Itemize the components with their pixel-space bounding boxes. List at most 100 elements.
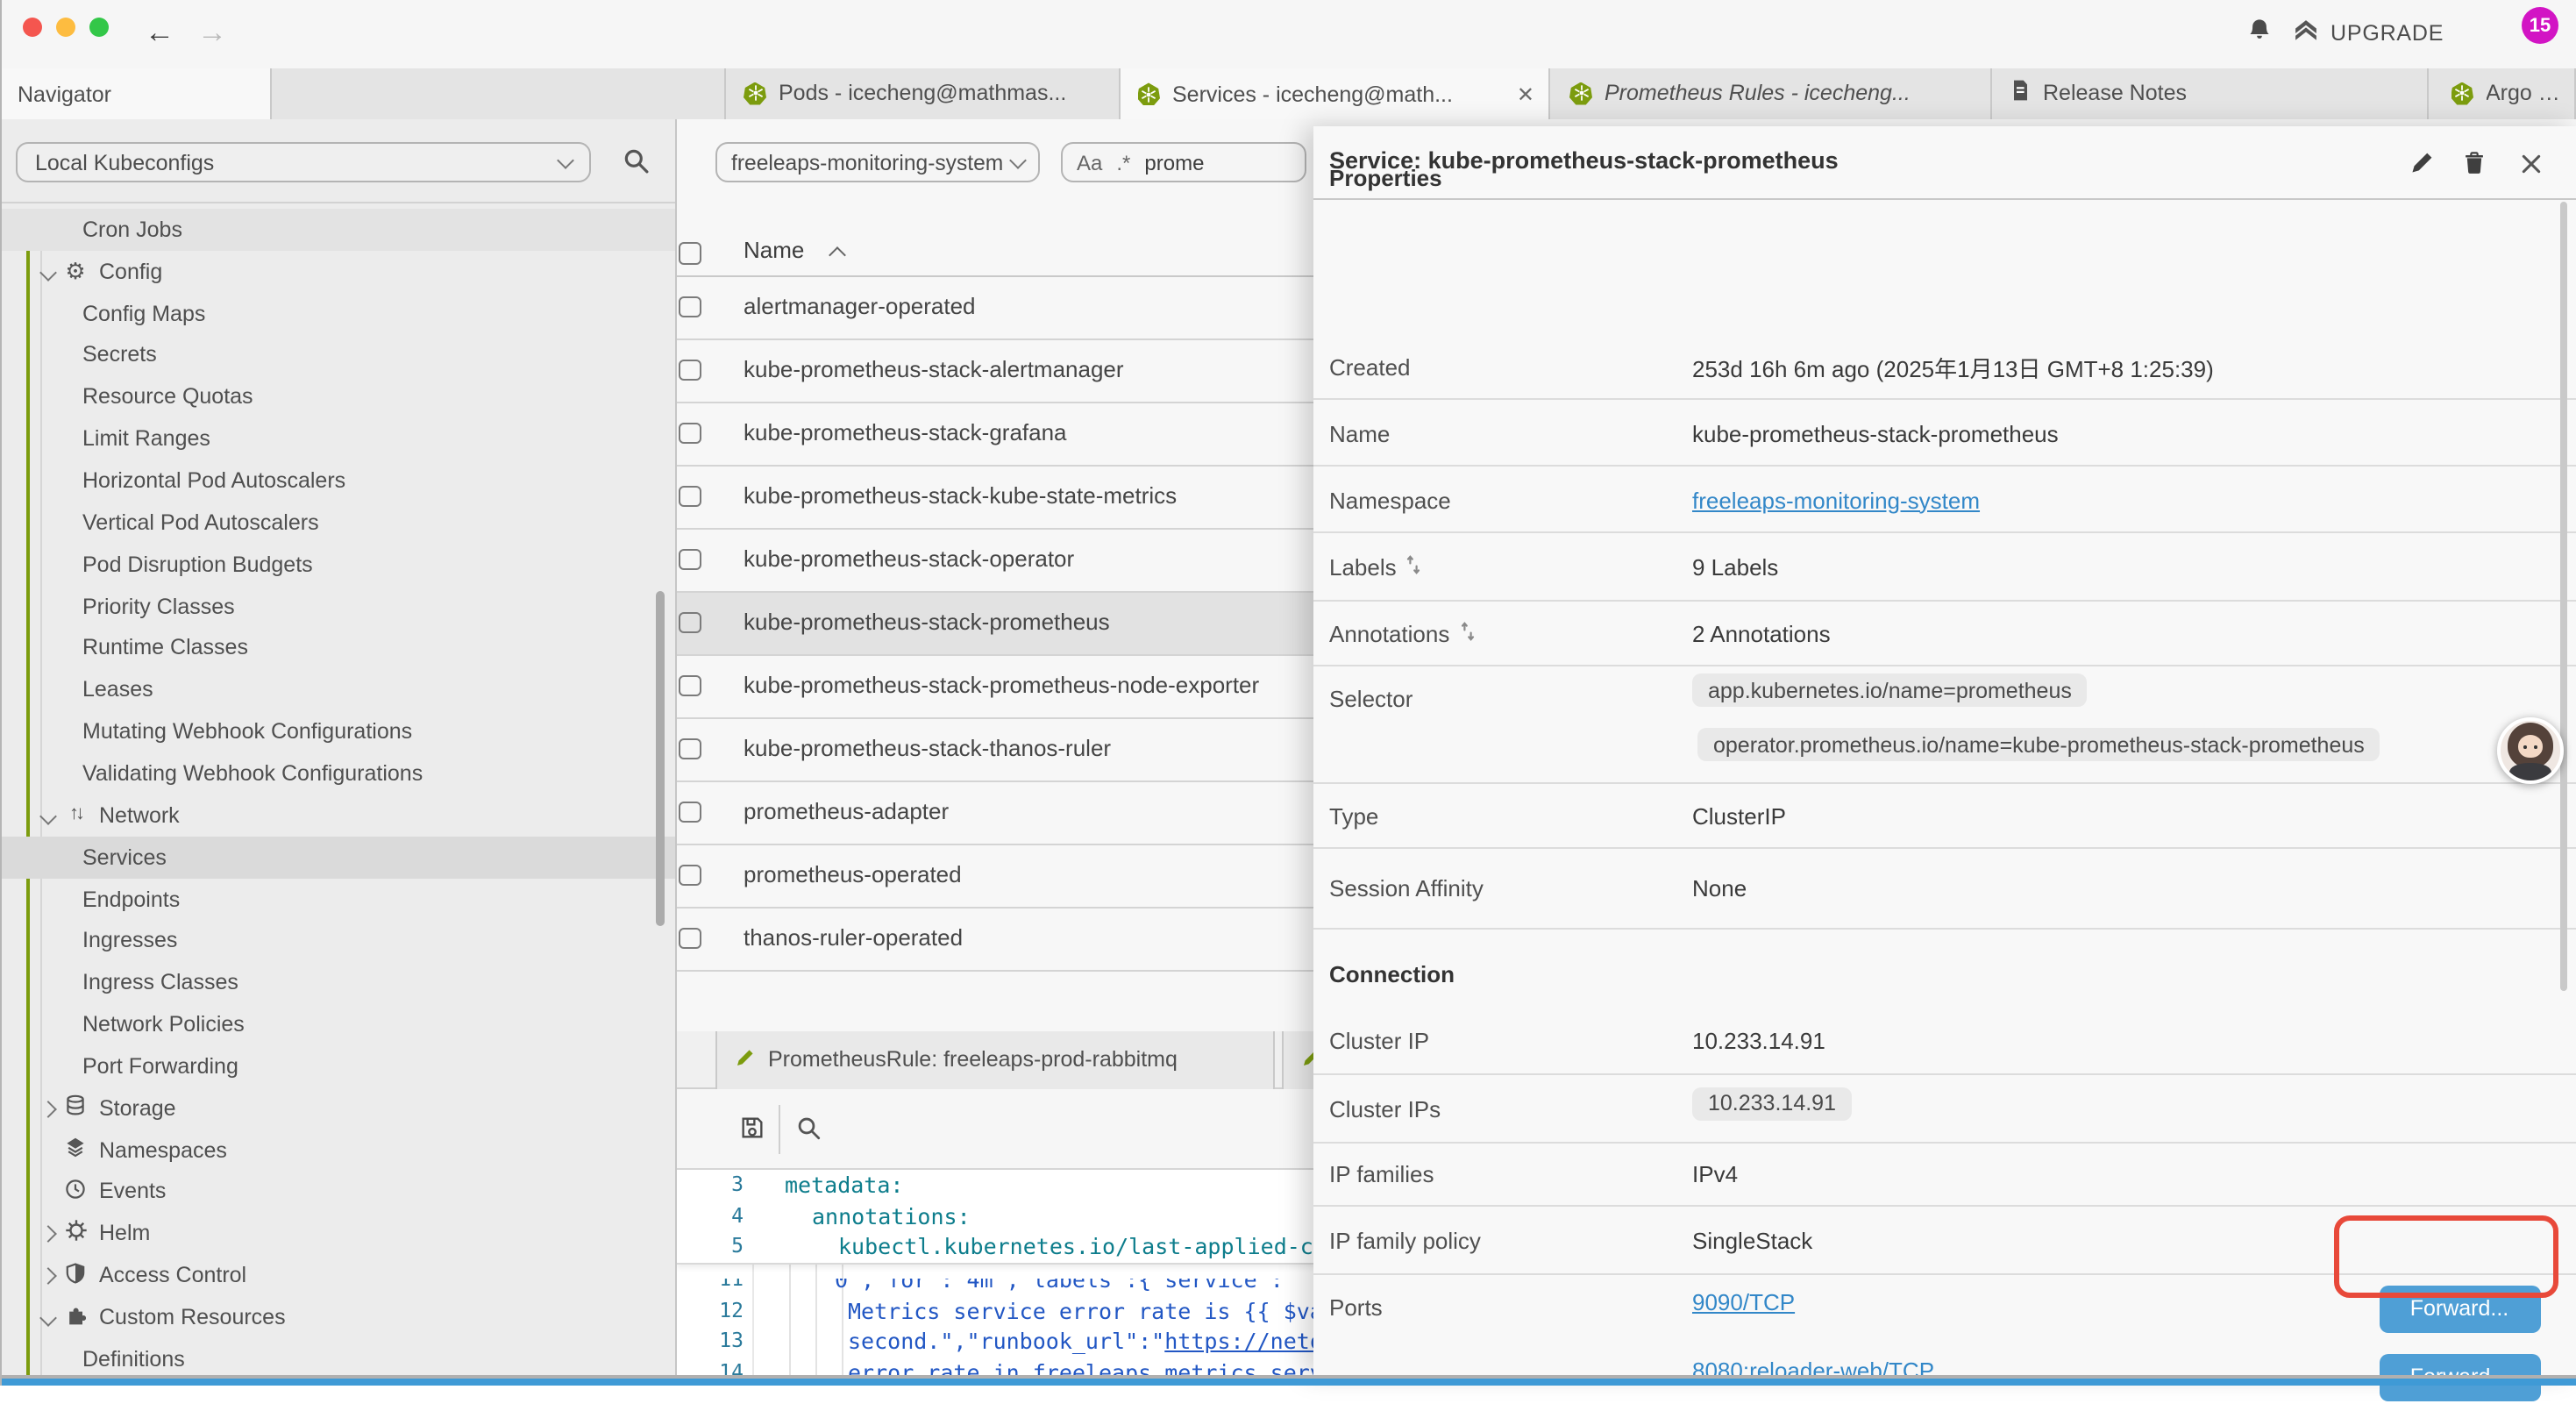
editor-search-icon[interactable] — [796, 1115, 822, 1150]
upgrade-button[interactable]: UPGRADE — [2330, 21, 2444, 46]
sidebar-item-endpoints[interactable]: Endpoints — [0, 878, 675, 920]
minimize-window-button[interactable] — [56, 18, 75, 37]
sidebar-item-namespaces[interactable]: Namespaces — [0, 1129, 675, 1171]
name-column-header[interactable]: Name — [744, 237, 804, 263]
save-icon[interactable] — [740, 1115, 765, 1148]
sidebar-item-limit-ranges[interactable]: Limit Ranges — [0, 418, 675, 460]
tab-pods-icecheng-mathmas-[interactable]: Pods - icecheng@mathmas... — [724, 68, 1120, 118]
tab-services-icecheng-math-[interactable]: Services - icecheng@math...✕ — [1120, 68, 1550, 120]
match-case-toggle[interactable]: Aa — [1077, 150, 1102, 175]
arrows-updown-icon: ↑↓ — [69, 806, 82, 825]
sidebar-item-ingresses[interactable]: Ingresses — [0, 920, 675, 962]
sidebar-item-runtime-classes[interactable]: Runtime Classes — [0, 627, 675, 669]
editor-tab-prometheusrule[interactable]: PrometheusRule: freeleaps-prod-rabbitmq — [715, 1030, 1275, 1088]
row-checkbox[interactable] — [679, 611, 701, 633]
sidebar-item-ingress-classes[interactable]: Ingress Classes — [0, 962, 675, 1004]
sidebar-item-config[interactable]: ⚙Config — [0, 251, 675, 293]
close-icon[interactable] — [2517, 149, 2545, 177]
detail-label: Namespace — [1329, 467, 1451, 533]
row-checkbox[interactable] — [679, 359, 701, 381]
sidebar-item-network-policies[interactable]: Network Policies — [0, 1003, 675, 1045]
sidebar-item-mutating-webhook-configurations[interactable]: Mutating Webhook Configurations — [0, 710, 675, 752]
select-all-checkbox[interactable] — [679, 242, 701, 264]
service-details-panel: Service: kube-prometheus-stack-prometheu… — [1313, 126, 2576, 1375]
service-name: prometheus-operated — [744, 860, 962, 887]
sidebar-item-validating-webhook-configurations[interactable]: Validating Webhook Configurations — [0, 752, 675, 795]
row-checkbox[interactable] — [679, 485, 701, 507]
detail-label: Cluster IP — [1329, 1008, 1429, 1074]
kubernetes-icon — [2451, 82, 2473, 105]
row-checkbox[interactable] — [679, 738, 701, 759]
tree-chevron-right-icon[interactable] — [42, 1096, 54, 1121]
kubeconfig-selector[interactable]: Local Kubeconfigs — [16, 142, 591, 182]
tree-chevron-down-icon[interactable] — [42, 260, 54, 284]
sidebar-item-cron-jobs[interactable]: Cron Jobs — [0, 209, 675, 251]
sidebar-item-leases[interactable]: Leases — [0, 669, 675, 711]
row-checkbox[interactable] — [679, 674, 701, 696]
sidebar-item-services[interactable]: Services — [0, 837, 675, 879]
panel-scrollbar[interactable] — [2559, 202, 2566, 991]
navigator-tab[interactable]: Navigator — [0, 68, 272, 120]
service-name: kube-prometheus-stack-prometheus — [744, 608, 1110, 634]
sidebar-item-config-maps[interactable]: Config Maps — [0, 292, 675, 334]
sidebar-item-vertical-pod-autoscalers[interactable]: Vertical Pod Autoscalers — [0, 502, 675, 544]
sidebar-item-definitions[interactable]: Definitions — [0, 1338, 675, 1380]
detail-value-link[interactable]: freeleaps-monitoring-system — [1692, 467, 1980, 533]
sidebar-item-priority-classes[interactable]: Priority Classes — [0, 585, 675, 627]
zoom-window-button[interactable] — [89, 18, 109, 37]
tab-release-notes[interactable]: Release Notes — [1992, 68, 2428, 118]
namespace-filter-dropdown[interactable]: freeleaps-monitoring-system — [715, 142, 1040, 182]
row-checkbox[interactable] — [679, 864, 701, 886]
edit-pencil-icon[interactable] — [2407, 149, 2435, 177]
sidebar-item-label: Network — [99, 803, 180, 828]
detail-value: kube-prometheus-stack-prometheus — [1692, 400, 2059, 467]
sidebar-item-pod-disruption-budgets[interactable]: Pod Disruption Budgets — [0, 544, 675, 586]
profile-notification-badge[interactable]: 15 — [2522, 7, 2558, 44]
notifications-bell-icon[interactable] — [2246, 18, 2273, 54]
sidebar-item-events[interactable]: Events — [0, 1171, 675, 1213]
sidebar-item-storage[interactable]: Storage — [0, 1087, 675, 1130]
sidebar-item-label: Limit Ranges — [82, 426, 210, 451]
sidebar-item-network[interactable]: ↑↓ Network — [0, 795, 675, 837]
forward-button[interactable]: → — [189, 11, 235, 56]
detail-label: Ports — [1329, 1293, 1383, 1320]
sidebar-item-secrets[interactable]: Secrets — [0, 334, 675, 376]
table-search-input[interactable]: Aa .* prome — [1061, 142, 1306, 182]
row-checkbox[interactable] — [679, 296, 701, 317]
close-tab-icon[interactable]: ✕ — [1513, 82, 1534, 107]
detail-value: None — [1692, 848, 1747, 930]
close-window-button[interactable] — [23, 18, 42, 37]
back-button[interactable]: ← — [137, 11, 182, 56]
detail-value: IPv4 — [1692, 1143, 1738, 1207]
tree-chevron-down-icon[interactable] — [42, 1305, 54, 1329]
delete-trash-icon[interactable] — [2459, 149, 2487, 177]
tree-chevron-right-icon[interactable] — [42, 1263, 54, 1287]
port-link[interactable]: 9090/TCP — [1692, 1288, 1795, 1315]
sidebar-scrollbar[interactable] — [656, 590, 665, 925]
row-checkbox[interactable] — [679, 801, 701, 823]
sidebar-item-label: Config Maps — [82, 301, 205, 325]
detail-label: Labels — [1329, 533, 1421, 601]
sort-ascending-icon — [829, 246, 846, 264]
sidebar-item-label: Pod Disruption Budgets — [82, 552, 313, 576]
tree-chevron-right-icon[interactable] — [42, 1222, 54, 1246]
sidebar-item-custom-resources[interactable]: Custom Resources — [0, 1296, 675, 1338]
row-checkbox[interactable] — [679, 927, 701, 949]
sidebar-item-access-control[interactable]: Access Control — [0, 1255, 675, 1297]
sidebar-item-port-forwarding[interactable]: Port Forwarding — [0, 1045, 675, 1087]
tab-argo-se[interactable]: Argo Se — [2433, 68, 2576, 118]
tab-prometheus-rules-icechen[interactable]: Prometheus Rules - icecheng... — [1552, 68, 1992, 118]
sidebar-item-horizontal-pod-autoscalers[interactable]: Horizontal Pod Autoscalers — [0, 460, 675, 502]
assistant-avatar[interactable] — [2497, 717, 2564, 784]
sidebar-item-helm[interactable]: Helm — [0, 1213, 675, 1255]
sidebar-search-icon[interactable] — [623, 146, 651, 183]
section-heading: Properties — [1329, 165, 1442, 191]
upgrade-chevrons-icon[interactable] — [2292, 14, 2320, 53]
sidebar-item-label: Network Policies — [82, 1012, 245, 1037]
regex-toggle[interactable]: .* — [1116, 150, 1130, 175]
row-checkbox[interactable] — [679, 422, 701, 444]
document-icon — [2010, 80, 2031, 108]
sidebar-item-resource-quotas[interactable]: Resource Quotas — [0, 376, 675, 418]
tree-chevron-down-icon[interactable] — [42, 803, 54, 828]
row-checkbox[interactable] — [679, 548, 701, 570]
